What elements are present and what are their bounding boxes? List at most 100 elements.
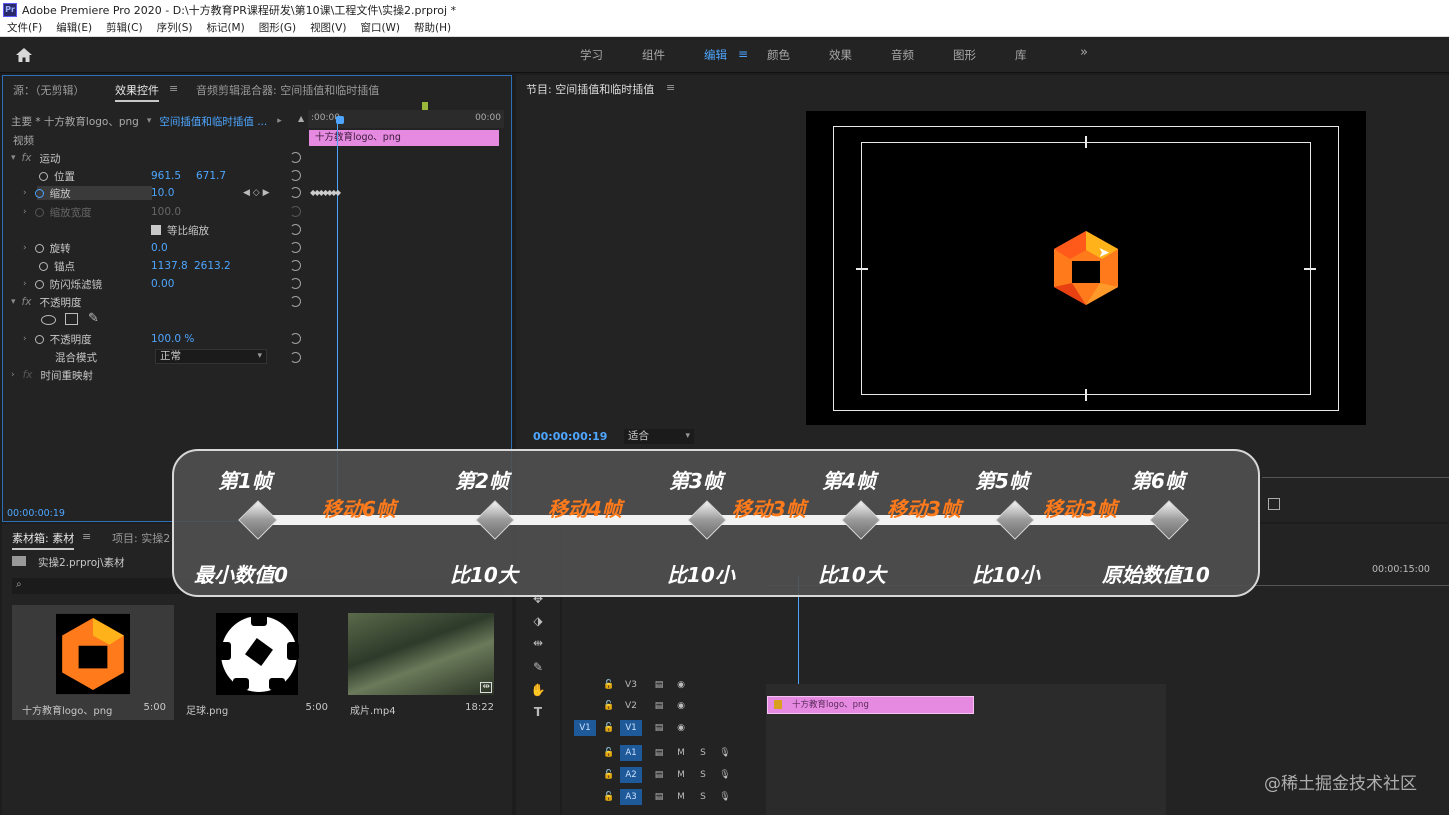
- slip-tool-icon[interactable]: ⇹: [530, 636, 546, 650]
- uniform-scale-checkbox[interactable]: [151, 225, 161, 235]
- workspace-menu-icon[interactable]: ≡: [738, 47, 748, 61]
- type-tool-icon[interactable]: T: [530, 705, 546, 719]
- fx-icon[interactable]: fx: [22, 296, 32, 308]
- tab-source[interactable]: 源：（无剪辑）: [13, 82, 85, 98]
- uniform-scale-row[interactable]: 等比缩放: [151, 221, 209, 239]
- chevron-down-icon[interactable]: ▾: [11, 297, 16, 307]
- reset-blend-icon[interactable]: [290, 352, 301, 363]
- tab-bin-footage[interactable]: 素材箱: 素材: [12, 530, 75, 550]
- fx-icon[interactable]: fx: [22, 152, 32, 164]
- program-timecode[interactable]: 00:00:00:19: [533, 430, 607, 443]
- lock-icon[interactable]: 🔓: [598, 792, 620, 802]
- lock-icon[interactable]: 🔓: [598, 680, 620, 690]
- track-a1[interactable]: 🔓 A1 ▤ M S 🎙: [562, 742, 1162, 763]
- workspace-graphics[interactable]: 图形: [953, 47, 976, 63]
- opacity-section-row[interactable]: ▾ fx 不透明度: [11, 293, 81, 311]
- lock-icon[interactable]: 🔓: [598, 723, 620, 733]
- solo-button[interactable]: S: [692, 748, 714, 758]
- sync-lock-icon[interactable]: ▤: [648, 792, 670, 802]
- microphone-icon[interactable]: 🎙: [714, 770, 736, 780]
- play-only-icon[interactable]: ▸: [277, 116, 282, 126]
- track-name[interactable]: V1: [620, 719, 642, 736]
- sync-lock-icon[interactable]: ▤: [648, 701, 670, 711]
- lock-icon[interactable]: 🔓: [598, 770, 620, 780]
- stopwatch-icon[interactable]: [34, 279, 44, 289]
- workspace-learn[interactable]: 学习: [580, 47, 603, 63]
- menu-help[interactable]: 帮助(H): [407, 20, 458, 35]
- stopwatch-icon[interactable]: [34, 334, 44, 344]
- menu-sequence[interactable]: 序列(S): [150, 20, 200, 35]
- sync-lock-icon[interactable]: ▤: [648, 723, 670, 733]
- panel-menu-icon[interactable]: ≡: [169, 82, 178, 95]
- chevron-right-icon[interactable]: ›: [23, 188, 27, 198]
- position-y-value[interactable]: 671.7: [196, 167, 226, 185]
- track-a2[interactable]: 🔓 A2 ▤ M S 🎙: [562, 764, 1162, 785]
- menu-graphics[interactable]: 图形(G): [252, 20, 303, 35]
- workspace-libraries[interactable]: 库: [1015, 47, 1027, 63]
- program-menu-icon[interactable]: ≡: [666, 81, 675, 94]
- stopwatch-active-icon[interactable]: [34, 188, 44, 198]
- mute-button[interactable]: M: [670, 748, 692, 758]
- menu-view[interactable]: 视图(V): [303, 20, 353, 35]
- mute-button[interactable]: M: [670, 770, 692, 780]
- anchor-x-value[interactable]: 1137.8: [151, 257, 188, 275]
- anchor-y-value[interactable]: 2613.2: [194, 257, 231, 275]
- motion-row[interactable]: ▾ fx 运动: [11, 149, 60, 167]
- opacity-value[interactable]: 100.0 %: [151, 330, 194, 348]
- reset-anchor-icon[interactable]: [290, 260, 301, 271]
- solo-button[interactable]: S: [692, 770, 714, 780]
- flicker-value[interactable]: 0.00: [151, 275, 174, 293]
- hand-tool-icon[interactable]: ✋: [530, 683, 546, 697]
- menu-marker[interactable]: 标记(M): [199, 20, 251, 35]
- work-area-marker[interactable]: [422, 102, 428, 110]
- reset-scale-icon[interactable]: [290, 187, 301, 198]
- project-item[interactable]: ⇹ 成片.mp4 18:22: [344, 605, 506, 720]
- timeline-clip[interactable]: 十方教育logo、png: [767, 696, 974, 714]
- track-name[interactable]: A2: [620, 766, 642, 783]
- effect-controls-timecode[interactable]: 00:00:00:19: [7, 508, 65, 519]
- menu-window[interactable]: 窗口(W): [353, 20, 407, 35]
- reset-opacity-section-icon[interactable]: [290, 296, 301, 307]
- eye-icon[interactable]: ◉: [670, 680, 692, 690]
- sync-lock-icon[interactable]: ▤: [648, 770, 670, 780]
- track-v1[interactable]: V1 🔓 V1 ▤ ◉: [562, 717, 1162, 738]
- project-item[interactable]: 十方教育logo、png 5:00: [12, 605, 174, 720]
- chevron-right-icon[interactable]: ›: [11, 370, 15, 380]
- eye-icon[interactable]: ◉: [670, 723, 692, 733]
- workspace-color[interactable]: 颜色: [767, 47, 790, 63]
- scale-value[interactable]: 10.0: [151, 184, 174, 202]
- microphone-icon[interactable]: 🎙: [714, 748, 736, 758]
- chevron-down-icon[interactable]: ▾: [11, 153, 16, 163]
- scale-keyframes[interactable]: ◆◆◆◆◆◆◆: [310, 188, 341, 197]
- sync-lock-icon[interactable]: ▤: [648, 748, 670, 758]
- reset-opacity-icon[interactable]: [290, 333, 301, 344]
- workspace-effects[interactable]: 效果: [829, 47, 852, 63]
- rectangle-mask-icon[interactable]: [65, 313, 78, 325]
- razor-tool-icon[interactable]: ⬗: [530, 614, 546, 628]
- export-frame-icon[interactable]: [1268, 498, 1280, 510]
- lock-icon[interactable]: 🔓: [598, 748, 620, 758]
- time-remap-row[interactable]: › fx 时间重映射: [11, 366, 93, 384]
- stopwatch-icon[interactable]: [39, 171, 48, 181]
- blend-mode-select[interactable]: 正常 ▾: [155, 349, 267, 364]
- home-icon[interactable]: [14, 46, 34, 64]
- menu-file[interactable]: 文件(F): [0, 20, 49, 35]
- eye-icon[interactable]: ◉: [670, 701, 692, 711]
- reset-flicker-icon[interactable]: [290, 278, 301, 289]
- position-x-value[interactable]: 961.5: [151, 167, 181, 185]
- chevron-right-icon[interactable]: ›: [23, 243, 27, 253]
- bin-menu-icon[interactable]: ≡: [82, 530, 91, 543]
- reset-uniform-icon[interactable]: [290, 224, 301, 235]
- lock-icon[interactable]: 🔓: [598, 701, 620, 711]
- chevron-down-icon[interactable]: ▾: [147, 116, 152, 126]
- chevron-right-icon[interactable]: ›: [23, 279, 27, 289]
- workspace-audio[interactable]: 音频: [891, 47, 914, 63]
- track-name[interactable]: A3: [620, 788, 642, 805]
- fit-select[interactable]: 适合 ▾: [624, 429, 694, 444]
- tab-effect-controls[interactable]: 效果控件: [115, 82, 159, 102]
- rotation-value[interactable]: 0.0: [151, 239, 168, 257]
- scroll-up-icon[interactable]: ▲: [298, 114, 304, 123]
- workspace-assembly[interactable]: 组件: [642, 47, 665, 63]
- track-name[interactable]: A1: [620, 744, 642, 761]
- pen-mask-icon[interactable]: ✎: [88, 311, 99, 326]
